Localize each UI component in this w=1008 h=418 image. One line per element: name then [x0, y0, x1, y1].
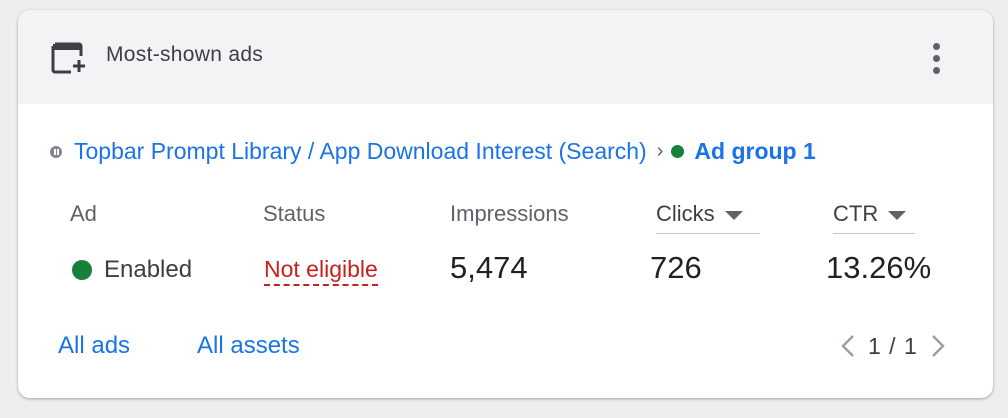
ad-status-label: Enabled — [104, 256, 193, 283]
more-vert-icon[interactable] — [923, 40, 949, 76]
ctr-header-label: CTR — [833, 201, 879, 226]
status-not-eligible[interactable]: Not eligible — [264, 256, 378, 286]
campaign-link[interactable]: Topbar Prompt Library / App Download Int… — [74, 138, 647, 165]
chevron-left-icon[interactable] — [836, 332, 860, 360]
sort-dropdown-icon — [724, 211, 743, 220]
column-header-ctr[interactable]: CTR — [833, 201, 915, 234]
clicks-header-label: Clicks — [656, 201, 715, 226]
card-header: Most-shown ads — [18, 10, 993, 104]
paused-icon — [50, 145, 62, 158]
all-assets-link[interactable]: All assets — [197, 332, 300, 360]
clicks-value: 726 — [650, 250, 702, 285]
column-header-status: Status — [263, 201, 326, 226]
ad-group-link[interactable]: Ad group 1 — [694, 138, 815, 165]
column-header-impressions: Impressions — [450, 201, 569, 226]
column-header-clicks[interactable]: Clicks — [656, 201, 760, 234]
enabled-status-icon — [72, 260, 92, 280]
most-shown-ads-card: Most-shown ads Topbar Prompt Library / A… — [18, 10, 993, 398]
ad-status: Enabled — [72, 256, 192, 284]
add-to-window-icon — [51, 42, 85, 74]
ctr-value: 13.26% — [826, 250, 932, 285]
all-ads-link[interactable]: All ads — [58, 332, 130, 360]
column-header-ad: Ad — [70, 201, 97, 226]
chevron-right-icon[interactable] — [926, 332, 950, 360]
pagination: 1 / 1 — [836, 332, 950, 360]
breadcrumb: Topbar Prompt Library / App Download Int… — [50, 138, 816, 165]
pagination-text: 1 / 1 — [868, 332, 918, 359]
breadcrumb-separator: › — [656, 140, 664, 162]
impressions-value: 5,474 — [450, 250, 528, 285]
card-title: Most-shown ads — [106, 43, 264, 66]
enabled-status-dot — [671, 145, 685, 158]
sort-dropdown-icon — [888, 211, 907, 220]
